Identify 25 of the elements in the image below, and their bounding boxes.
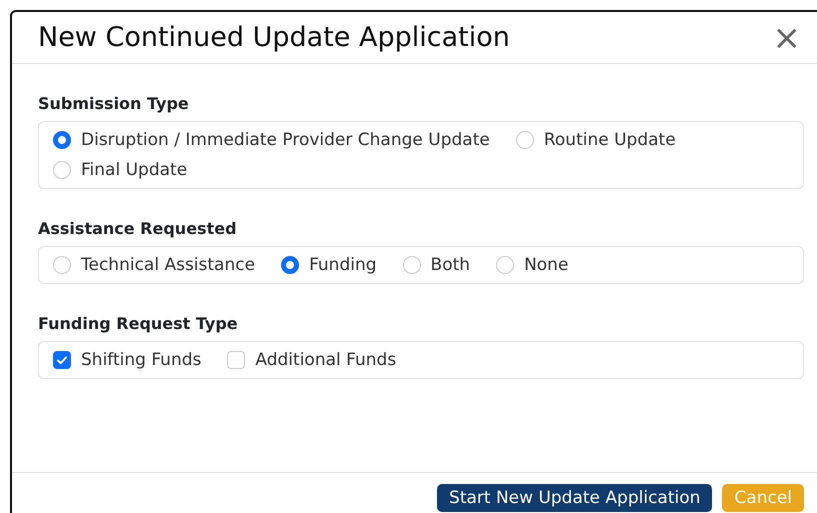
checkbox[interactable] [227, 351, 246, 369]
option-label: Both [430, 255, 470, 275]
check-icon [56, 354, 68, 366]
option-label: Additional Funds [255, 350, 396, 370]
radio-button[interactable] [402, 256, 421, 274]
option-label: Shifting Funds [81, 350, 202, 370]
option-label: Technical Assistance [81, 255, 256, 275]
group-label: Submission Type [38, 94, 190, 113]
checkbox[interactable] [53, 351, 71, 369]
radio-button[interactable] [53, 161, 71, 179]
radio-button[interactable] [53, 256, 71, 274]
dialog-title: New Continued Update Application [38, 22, 510, 53]
option-label: None [524, 255, 568, 275]
close-button[interactable]: × [768, 20, 805, 54]
radio-button[interactable] [516, 131, 534, 149]
group-label: Assistance Requested [38, 219, 238, 238]
radio-button[interactable] [496, 256, 514, 274]
option-label: Funding [309, 255, 377, 275]
option-label: Disruption / Immediate Provider Change Update [81, 130, 490, 150]
option-label: Routine Update [544, 130, 676, 150]
radio-button[interactable] [53, 131, 71, 149]
start-button[interactable]: Start New Update Application [437, 484, 712, 512]
option-label: Final Update [81, 160, 188, 180]
group-label: Funding Request Type [38, 314, 239, 333]
radio-button[interactable] [281, 256, 300, 274]
